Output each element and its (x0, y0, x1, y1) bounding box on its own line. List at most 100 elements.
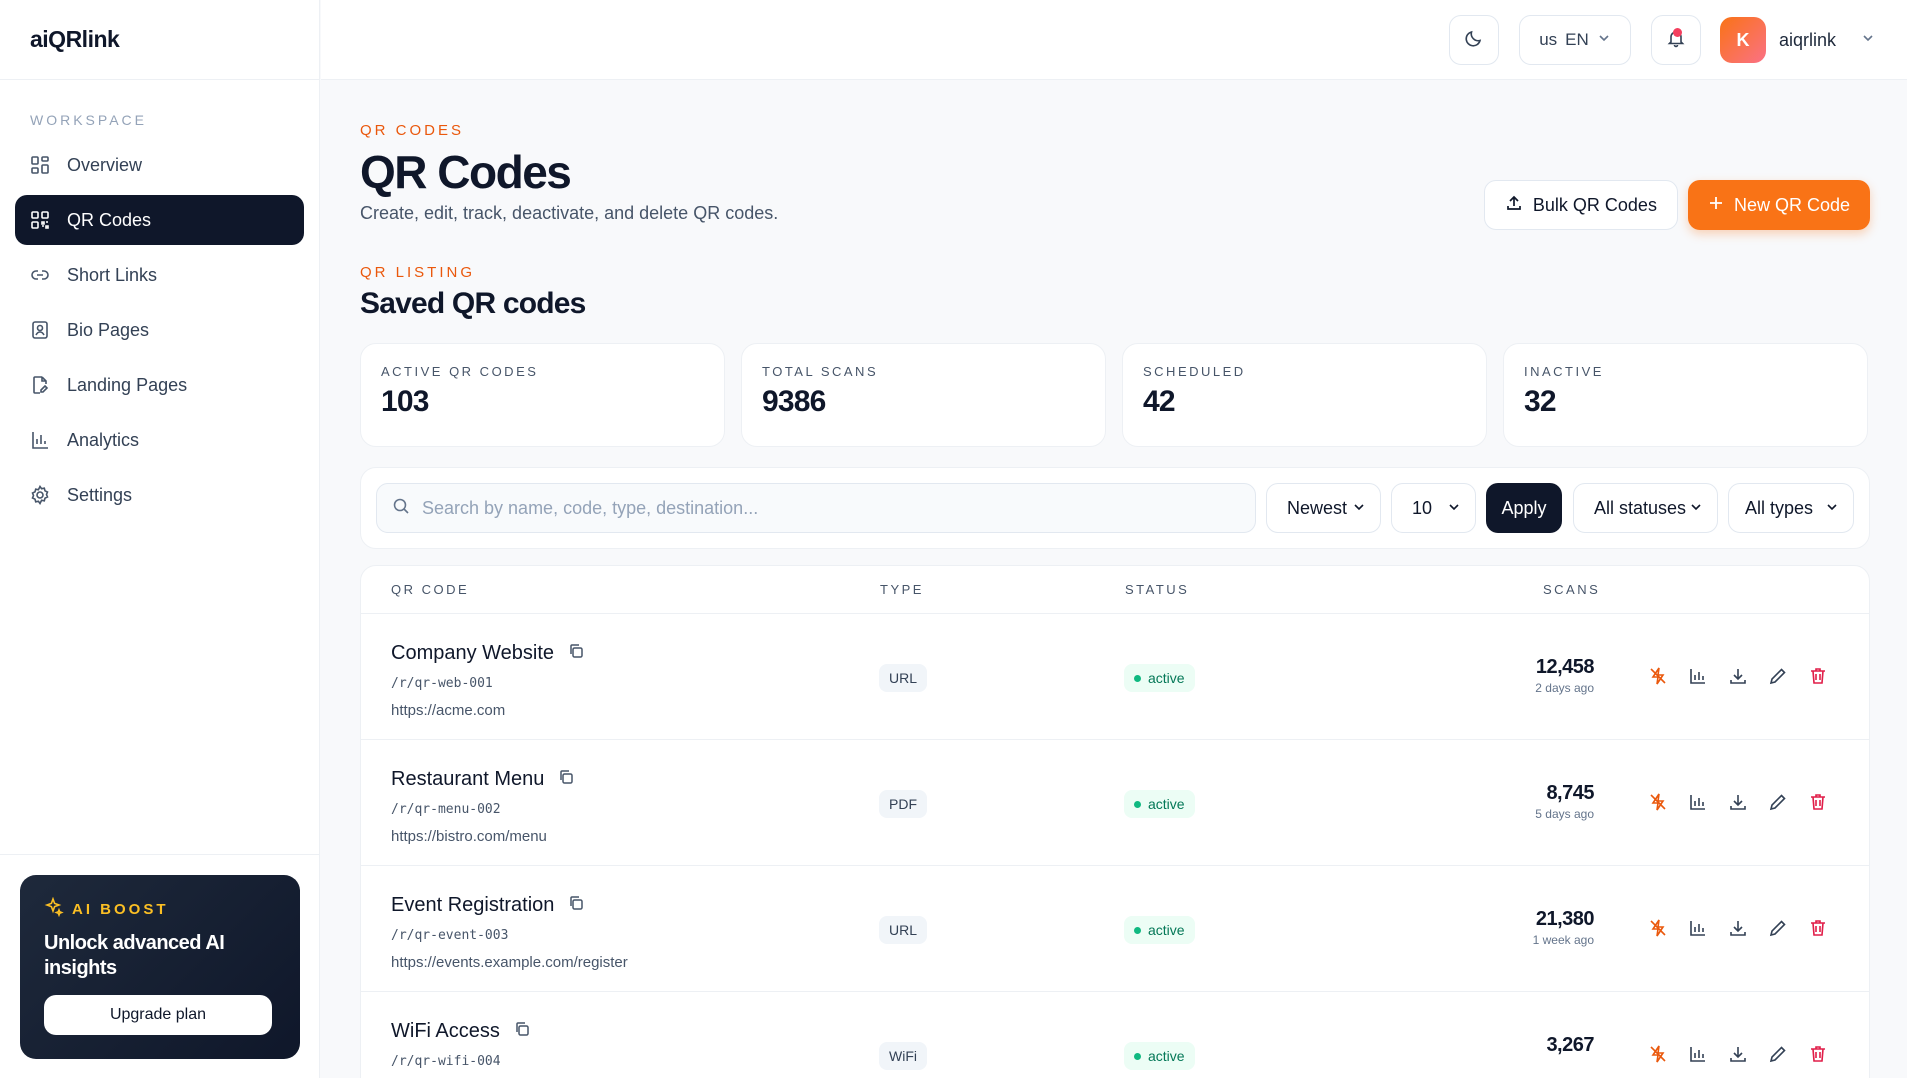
language-flag: us (1539, 30, 1558, 49)
table-header: QR CODE TYPE STATUS SCANS (361, 566, 1869, 614)
trash-icon[interactable] (1807, 791, 1829, 813)
notifications-button[interactable] (1651, 15, 1701, 65)
table-row[interactable]: Restaurant Menu /r/qr-menu-002 https://b… (361, 740, 1869, 866)
stat-card-active: ACTIVE QR CODES 103 (360, 343, 725, 447)
copy-icon[interactable] (568, 642, 584, 665)
bulk-qr-codes-button[interactable]: Bulk QR Codes (1483, 180, 1678, 230)
status-dot (1134, 800, 1141, 808)
copy-icon[interactable] (558, 768, 574, 791)
bar-chart-icon (30, 430, 50, 450)
table-row[interactable]: Event Registration /r/qr-event-003 https… (361, 866, 1869, 992)
col-scans[interactable]: SCANS (1543, 582, 1600, 597)
edit-icon[interactable] (1767, 917, 1789, 939)
download-icon[interactable] (1727, 665, 1749, 687)
sidebar-footer: AI BOOST Unlock advanced AI insights Upg… (0, 854, 319, 1078)
analytics-icon[interactable] (1687, 791, 1709, 813)
trash-icon[interactable] (1807, 1043, 1829, 1065)
col-type[interactable]: TYPE (880, 582, 924, 597)
status-dot (1134, 926, 1141, 934)
qr-short-code: /r/qr-wifi-004 (391, 1054, 501, 1069)
deactivate-icon[interactable] (1647, 665, 1669, 687)
qr-name-text[interactable]: Restaurant Menu (391, 768, 544, 791)
sidebar-item-label: Overview (67, 154, 143, 175)
download-icon[interactable] (1727, 791, 1749, 813)
scan-count: 12,458 (1535, 656, 1595, 678)
status-text: active (1148, 670, 1185, 686)
status-filter-select[interactable]: All statuses (1573, 483, 1718, 533)
download-icon[interactable] (1727, 1043, 1749, 1065)
copy-icon[interactable] (514, 1020, 530, 1043)
apply-button[interactable]: Apply (1486, 483, 1562, 533)
analytics-icon[interactable] (1687, 1043, 1709, 1065)
sort-select[interactable]: Newest (1266, 483, 1381, 533)
copy-icon[interactable] (568, 894, 584, 917)
col-qr-code[interactable]: QR CODE (391, 582, 469, 597)
brand-logo[interactable]: aiQRlink (0, 0, 319, 80)
sidebar-item-qr-codes[interactable]: QR Codes (15, 195, 304, 245)
qr-destination: https://bistro.com/menu (391, 828, 547, 845)
last-scan-time: 2 days ago (1535, 681, 1594, 695)
scans-cell: 21,380 1 week ago (1533, 908, 1595, 947)
page-edit-icon (30, 375, 50, 395)
type-filter-select[interactable]: All types (1728, 483, 1854, 533)
type-badge: PDF (879, 790, 927, 818)
qr-name-text[interactable]: Company Website (391, 642, 554, 665)
chevron-down-icon[interactable] (1861, 31, 1875, 50)
deactivate-icon[interactable] (1647, 791, 1669, 813)
per-page-value: 10 (1412, 497, 1433, 518)
page-eyebrow: QR CODES (360, 122, 465, 139)
chevron-down-icon (1689, 498, 1703, 519)
status-text: active (1148, 1048, 1185, 1064)
stat-value: 42 (1143, 385, 1176, 418)
trash-icon[interactable] (1807, 917, 1829, 939)
new-qr-code-button[interactable]: New QR Code (1687, 180, 1870, 230)
qr-name-text[interactable]: WiFi Access (391, 1020, 500, 1043)
stat-value: 103 (381, 385, 429, 418)
sidebar-item-overview[interactable]: Overview (15, 140, 304, 190)
status-dot (1134, 1052, 1141, 1060)
col-status[interactable]: STATUS (1125, 582, 1189, 597)
plus-icon (1708, 195, 1724, 216)
status-filter-value: All statuses (1594, 497, 1687, 518)
analytics-icon[interactable] (1687, 665, 1709, 687)
sidebar-item-analytics[interactable]: Analytics (15, 415, 304, 465)
edit-icon[interactable] (1767, 791, 1789, 813)
qr-name: Event Registration (391, 894, 584, 917)
per-page-select[interactable]: 10 (1391, 483, 1476, 533)
row-actions (1647, 665, 1829, 687)
qr-short-code: /r/qr-event-003 (391, 928, 509, 943)
sidebar-item-bio-pages[interactable]: Bio Pages (15, 305, 304, 355)
analytics-icon[interactable] (1687, 917, 1709, 939)
type-badge: URL (879, 916, 928, 944)
sidebar-item-landing-pages[interactable]: Landing Pages (15, 360, 304, 410)
sidebar-item-settings[interactable]: Settings (15, 470, 304, 520)
sort-value: Newest (1287, 497, 1348, 518)
trash-icon[interactable] (1807, 665, 1829, 687)
qr-name: Restaurant Menu (391, 768, 574, 791)
chevron-down-icon (1447, 498, 1461, 519)
table-row[interactable]: WiFi Access /r/qr-wifi-004 WiFi active 3… (361, 992, 1869, 1078)
deactivate-icon[interactable] (1647, 917, 1669, 939)
deactivate-icon[interactable] (1647, 1043, 1669, 1065)
status-text: active (1148, 922, 1185, 938)
sidebar-item-label: Short Links (67, 264, 158, 285)
avatar[interactable]: K (1720, 17, 1766, 63)
top-header: us EN K aiqrlink (321, 0, 1907, 80)
scan-count: 8,745 (1546, 782, 1594, 804)
qr-name-text[interactable]: Event Registration (391, 894, 554, 917)
scans-cell: 3,267 (1546, 1034, 1594, 1059)
search-box (376, 483, 1256, 533)
type-filter-value: All types (1745, 497, 1814, 518)
filter-bar: Newest 10 Apply All statuses All types (360, 467, 1870, 549)
upgrade-plan-button[interactable]: Upgrade plan (44, 995, 272, 1035)
search-input[interactable] (422, 497, 1222, 519)
theme-toggle-button[interactable] (1449, 15, 1499, 65)
sidebar-item-short-links[interactable]: Short Links (15, 250, 304, 300)
username[interactable]: aiqrlink (1779, 30, 1836, 51)
table-row[interactable]: Company Website /r/qr-web-001 https://ac… (361, 614, 1869, 740)
language-selector[interactable]: us EN (1519, 15, 1631, 65)
edit-icon[interactable] (1767, 665, 1789, 687)
edit-icon[interactable] (1767, 1043, 1789, 1065)
scans-cell: 8,745 5 days ago (1535, 782, 1594, 821)
download-icon[interactable] (1727, 917, 1749, 939)
